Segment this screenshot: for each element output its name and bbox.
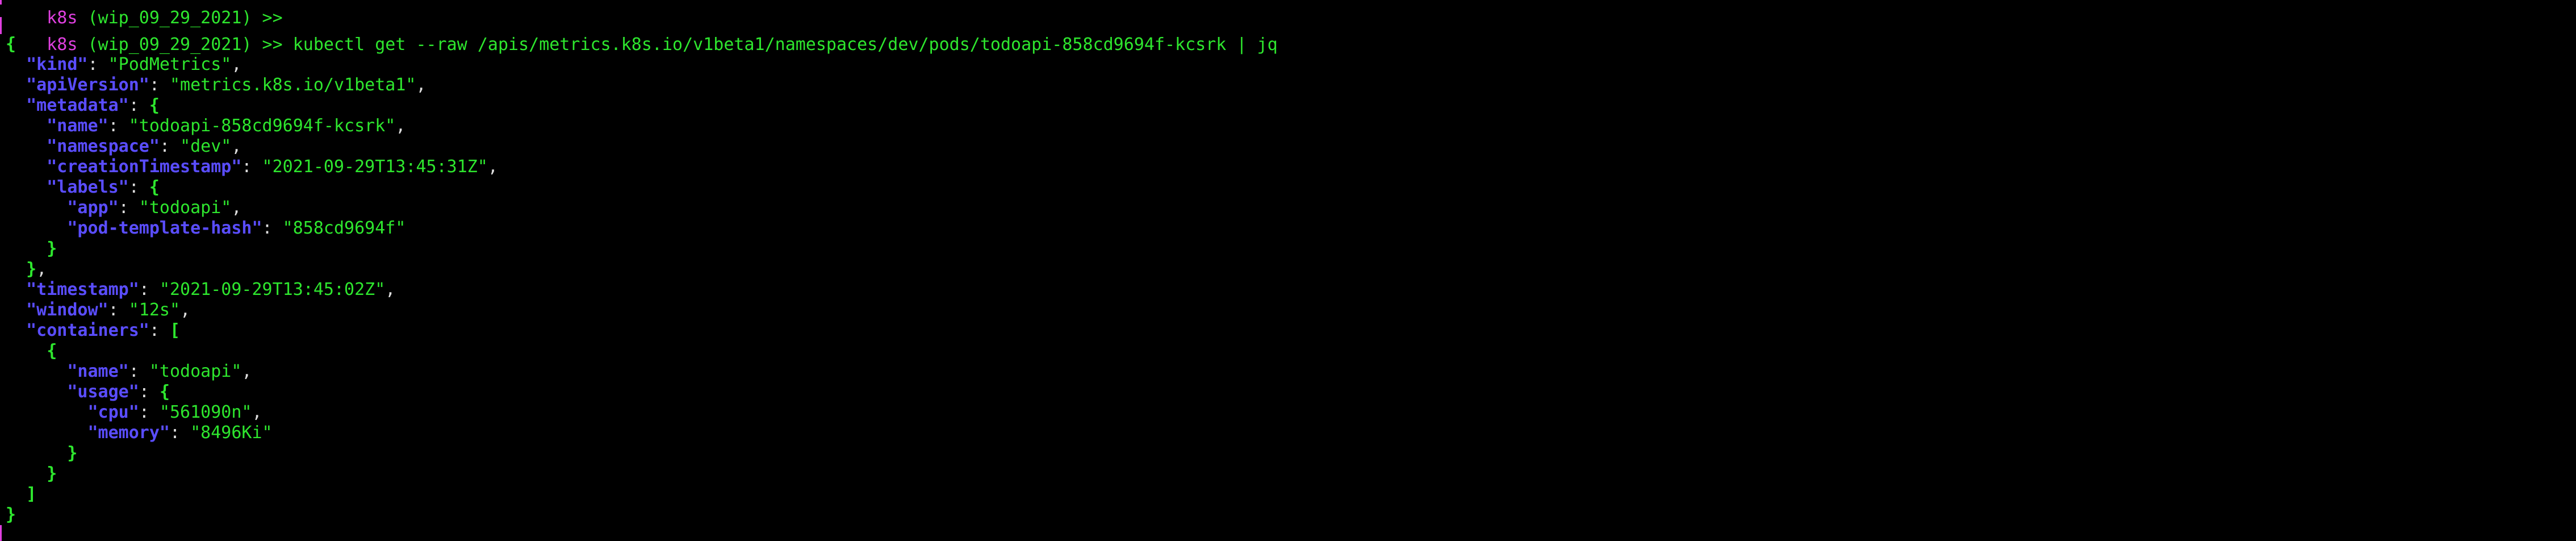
json-value: "2021-09-29T13:45:31Z" (262, 157, 488, 177)
json-value: "8496Ki" (190, 423, 273, 443)
json-close-brace: } (6, 505, 16, 525)
json-line: "pod-template-hash": "858cd9694f" (67, 218, 406, 238)
prompt-marker (0, 525, 2, 541)
terminal-window[interactable]: k8s (wip_09_29_2021) >> k8s (wip_09_29_2… (0, 0, 2576, 541)
json-value: "12s" (128, 300, 181, 320)
json-close-brace: } (26, 259, 37, 279)
prompt-symbol: >> (262, 35, 283, 55)
previous-prompt-line: k8s (wip_09_29_2021) >> (6, 0, 282, 28)
json-key: "kind" (26, 55, 88, 74)
json-value: "metrics.k8s.io/v1beta1" (170, 75, 416, 95)
json-key: "usage" (67, 382, 139, 402)
json-line: "memory": "8496Ki" (87, 423, 273, 443)
json-line: "labels": { (47, 177, 160, 197)
command-text[interactable]: kubectl get --raw /apis/metrics.k8s.io/v… (293, 35, 1278, 55)
json-close-bracket: ] (26, 484, 37, 504)
json-key: "creationTimestamp" (47, 157, 242, 177)
json-key: "apiVersion" (26, 75, 149, 95)
json-key: "window" (26, 300, 108, 320)
json-open-brace: { (149, 95, 160, 115)
json-key: "namespace" (47, 136, 160, 156)
json-value: "todoapi" (149, 361, 242, 381)
json-line: "kind": "PodMetrics", (26, 55, 242, 74)
command-line: k8s (wip_09_29_2021) >> kubectl get --ra… (6, 14, 1277, 55)
json-line: } (6, 505, 16, 525)
json-close-brace: } (47, 464, 57, 484)
json-line: "usage": { (67, 382, 170, 402)
json-key: "containers" (26, 321, 149, 340)
json-line: "app": "todoapi", (67, 198, 242, 218)
json-value: "todoapi" (139, 198, 232, 218)
json-value: "561090n" (159, 402, 252, 422)
json-open-brace: { (47, 341, 57, 361)
json-close-brace: } (47, 239, 57, 259)
json-line: } (6, 239, 57, 259)
prompt-marker (0, 0, 2, 5)
json-close-brace: } (67, 443, 78, 463)
json-value: "PodMetrics" (108, 55, 232, 74)
json-line: { (6, 34, 16, 55)
json-value: "2021-09-29T13:45:02Z" (159, 280, 386, 299)
json-line: } (6, 464, 57, 484)
json-key: "app" (67, 198, 119, 218)
json-line: "name": "todoapi-858cd9694f-kcsrk", (47, 116, 406, 136)
json-key: "metadata" (26, 95, 129, 115)
json-line: "apiVersion": "metrics.k8s.io/v1beta1", (26, 75, 426, 95)
json-line: "timestamp": "2021-09-29T13:45:02Z", (26, 280, 396, 299)
json-open-brace: { (159, 382, 170, 402)
prompt-context: k8s (47, 35, 78, 55)
json-line: "name": "todoapi", (67, 361, 252, 381)
json-open-brace: { (6, 34, 16, 54)
json-line: "creationTimestamp": "2021-09-29T13:45:3… (47, 157, 498, 177)
json-line: "metadata": { (26, 95, 160, 115)
json-key: "timestamp" (26, 280, 139, 299)
json-value: "858cd9694f" (282, 218, 406, 238)
json-line: ] (6, 484, 36, 505)
json-key: "memory" (87, 423, 170, 443)
prompt-branch: (wip_09_29_2021) (87, 35, 252, 55)
current-prompt-line[interactable]: k8s (wip_09_29_2021) >> (6, 524, 283, 541)
json-key: "labels" (47, 177, 129, 197)
json-open-brace: { (149, 177, 160, 197)
json-key: "pod-template-hash" (67, 218, 262, 238)
json-key: "cpu" (87, 402, 139, 422)
json-line: "window": "12s", (26, 300, 191, 320)
json-line: "namespace": "dev", (47, 136, 242, 156)
json-open-bracket: [ (170, 321, 181, 340)
json-value: "todoapi-858cd9694f-kcsrk" (128, 116, 396, 136)
json-line: }, (26, 259, 47, 279)
json-key: "name" (47, 116, 108, 136)
prompt-marker (0, 17, 2, 34)
json-line: "cpu": "561090n", (87, 402, 262, 422)
json-line: } (6, 443, 77, 464)
json-line: "containers": [ (26, 321, 181, 340)
json-line: { (6, 341, 57, 361)
json-value: "dev" (180, 136, 232, 156)
json-key: "name" (67, 361, 129, 381)
